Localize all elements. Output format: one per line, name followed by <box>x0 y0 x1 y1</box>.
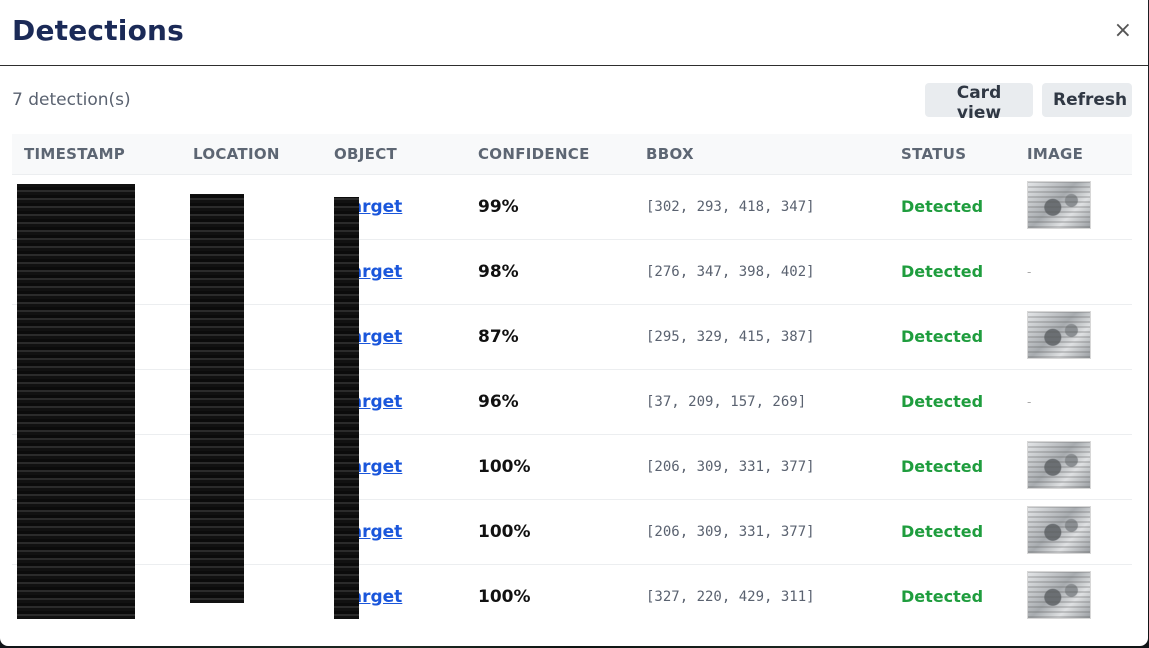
image-cell <box>1015 564 1132 629</box>
status-cell: Detected <box>901 457 984 476</box>
bbox-cell: [276, 347, 398, 402] <box>646 263 815 280</box>
table-row: 4:51:16 PM GCH _target 87% [295, 329, 41… <box>12 304 1132 369</box>
detection-count: 7 detection(s) <box>12 90 131 110</box>
modal-header: Detections × <box>0 0 1148 66</box>
confidence-cell: 98% <box>478 261 519 282</box>
detections-table: TIMESTAMP LOCATION OBJECT CONFIDENCE BBO… <box>12 134 1132 629</box>
table-row: 11:59:51 AM GCH _target 100% [206, 309, … <box>12 434 1132 499</box>
image-cell <box>1015 499 1132 564</box>
modal-title: Detections <box>12 14 185 47</box>
confidence-cell: 87% <box>478 326 519 347</box>
bbox-cell: [295, 329, 415, 387] <box>646 328 815 345</box>
table-row: 11:58:10 AM GCH _target 100% [327, 220, … <box>12 564 1132 629</box>
redaction-overlay-location <box>190 194 244 603</box>
confidence-cell: 100% <box>478 521 531 542</box>
refresh-button[interactable]: Refresh <box>1042 83 1132 117</box>
confidence-cell: 99% <box>478 196 519 217</box>
close-icon[interactable]: × <box>1114 18 1132 44</box>
table-row: 11:59:32 AM GCH _target 100% [206, 309, … <box>12 499 1132 564</box>
status-cell: Detected <box>901 587 984 607</box>
detection-thumbnail[interactable] <box>1027 440 1091 489</box>
column-header-image[interactable]: IMAGE <box>1015 134 1132 174</box>
status-cell: Detected <box>901 197 984 216</box>
detection-thumbnail[interactable] <box>1027 310 1091 359</box>
table-row: 5:04:19 PM GCH _target 98% [276, 347, 39… <box>12 239 1132 304</box>
image-cell <box>1015 304 1132 369</box>
redaction-overlay-object <box>334 197 359 619</box>
column-header-location[interactable]: LOCATION <box>181 134 322 174</box>
bbox-cell: [37, 209, 157, 269] <box>646 393 807 410</box>
column-header-timestamp[interactable]: TIMESTAMP <box>12 134 181 174</box>
bbox-cell: [206, 309, 331, 377] <box>646 523 815 540</box>
column-header-object[interactable]: OBJECT <box>322 134 466 174</box>
table-row: 5:18:15 PM GCH _target 99% [302, 293, 41… <box>12 174 1132 239</box>
status-cell: Detected <box>901 392 984 411</box>
bbox-cell: [302, 293, 418, 347] <box>646 198 815 215</box>
confidence-cell: 100% <box>478 586 531 607</box>
table-row: 3:17:12 PM GCH _target 96% [37, 209, 157… <box>12 369 1132 434</box>
column-header-confidence[interactable]: CONFIDENCE <box>466 134 634 174</box>
redaction-overlay-timestamp <box>17 184 135 619</box>
image-cell-empty: - <box>1027 264 1032 279</box>
detection-thumbnail[interactable] <box>1027 570 1091 619</box>
bbox-cell: [206, 309, 331, 377] <box>646 458 815 475</box>
image-cell <box>1015 174 1132 239</box>
confidence-cell: 96% <box>478 391 519 412</box>
image-cell <box>1015 434 1132 499</box>
column-header-bbox[interactable]: BBOX <box>634 134 889 174</box>
toolbar: 7 detection(s) Card view Refresh <box>0 66 1148 134</box>
confidence-cell: 100% <box>478 456 531 477</box>
card-view-button[interactable]: Card view <box>925 83 1033 123</box>
status-cell: Detected <box>901 262 984 281</box>
status-cell: Detected <box>901 522 984 541</box>
detection-thumbnail[interactable] <box>1027 180 1091 229</box>
column-header-status[interactable]: STATUS <box>889 134 1015 174</box>
status-cell: Detected <box>901 327 984 346</box>
bbox-cell: [327, 220, 429, 311] <box>646 588 815 605</box>
image-cell-empty: - <box>1027 394 1032 409</box>
detection-thumbnail[interactable] <box>1027 505 1091 554</box>
detections-modal: Detections × 7 detection(s) Card view Re… <box>0 0 1148 646</box>
table-header-row: TIMESTAMP LOCATION OBJECT CONFIDENCE BBO… <box>12 134 1132 174</box>
